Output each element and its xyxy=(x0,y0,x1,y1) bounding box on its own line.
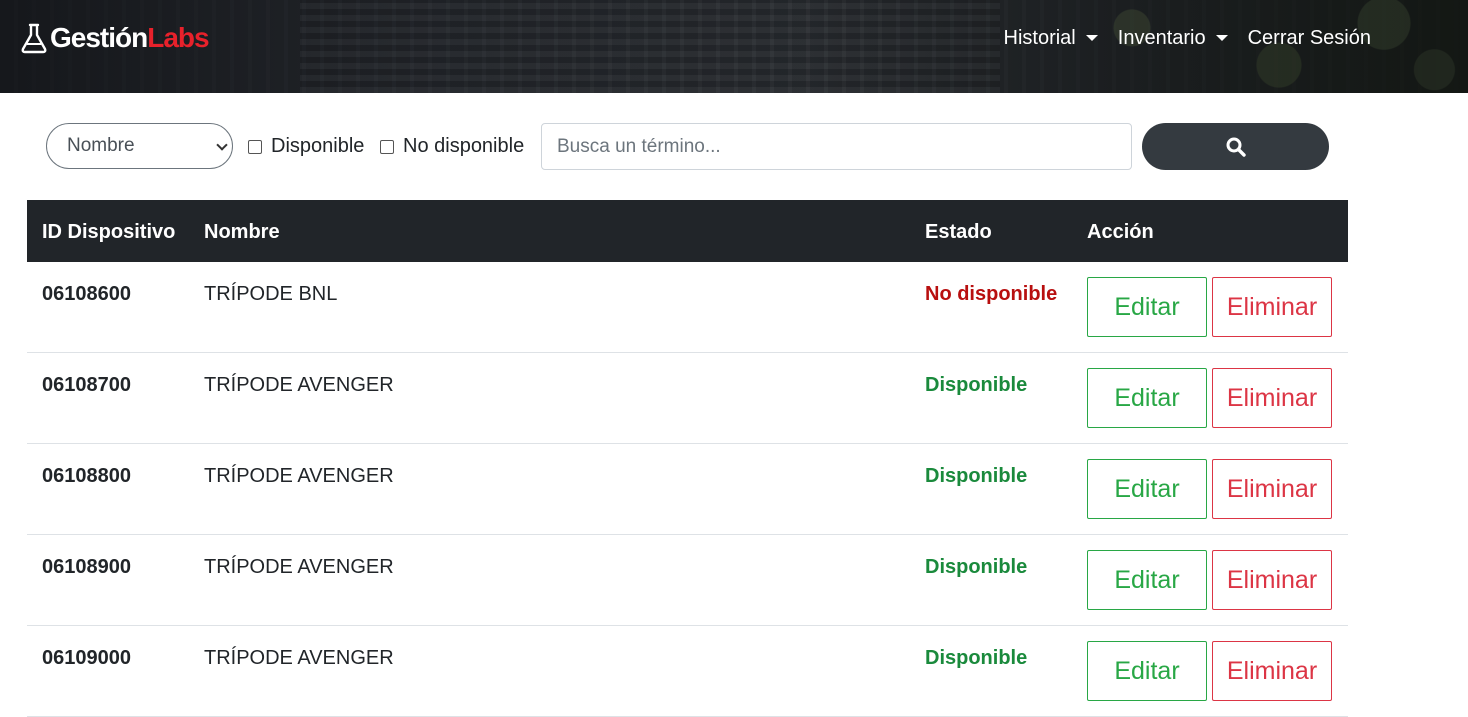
edit-button[interactable]: Editar xyxy=(1087,277,1207,337)
delete-button[interactable]: Eliminar xyxy=(1212,277,1332,337)
filter-field-select[interactable]: Nombre xyxy=(46,123,233,169)
flask-icon xyxy=(21,23,47,54)
search-button[interactable] xyxy=(1142,123,1329,170)
unavailable-checkbox-box[interactable] xyxy=(380,139,394,154)
delete-button[interactable]: Eliminar xyxy=(1212,550,1332,610)
device-name: TRÍPODE AVENGER xyxy=(204,556,394,578)
nav-inventario-label: Inventario xyxy=(1117,26,1206,49)
edit-button[interactable]: Editar xyxy=(1087,368,1207,428)
table-row: 06109000 TRÍPODE AVENGER Disponible Edit… xyxy=(27,626,1348,717)
nav-logout-label: Cerrar Sesión xyxy=(1247,26,1371,49)
status-badge: Disponible xyxy=(925,647,1028,669)
status-badge: Disponible xyxy=(925,556,1028,578)
status-badge: Disponible xyxy=(925,374,1028,396)
caret-down-icon xyxy=(1085,35,1098,41)
available-checkbox-box[interactable] xyxy=(248,139,262,154)
search-icon xyxy=(1226,137,1246,157)
device-name: TRÍPODE AVENGER xyxy=(204,374,394,396)
device-id: 06109000 xyxy=(42,647,131,669)
table-row: 06108800 TRÍPODE AVENGER Disponible Edit… xyxy=(27,444,1348,535)
nav-logout-link[interactable]: Cerrar Sesión xyxy=(1248,27,1371,50)
navbar-background-building xyxy=(300,0,1000,93)
nav-historial-dropdown[interactable]: Historial xyxy=(1004,27,1098,50)
devices-table: ID Dispositivo Nombre Estado Acción 0610… xyxy=(27,200,1348,717)
device-id: 06108800 xyxy=(42,465,131,487)
table-row: 06108600 TRÍPODE BNL No disponible Edita… xyxy=(27,262,1348,353)
device-name: TRÍPODE AVENGER xyxy=(204,647,394,669)
nav-historial-label: Historial xyxy=(1003,26,1076,49)
available-checkbox[interactable]: Disponible xyxy=(248,135,364,158)
delete-button[interactable]: Eliminar xyxy=(1212,368,1332,428)
header-id: ID Dispositivo xyxy=(42,221,176,243)
header-status: Estado xyxy=(925,221,992,243)
brand-name-part2: Labs xyxy=(147,22,209,53)
unavailable-checkbox[interactable]: No disponible xyxy=(380,135,524,158)
edit-button[interactable]: Editar xyxy=(1087,550,1207,610)
filter-field-select-value: Nombre xyxy=(67,135,135,156)
table-row: 06108900 TRÍPODE AVENGER Disponible Edit… xyxy=(27,535,1348,626)
header-action: Acción xyxy=(1087,221,1154,243)
status-badge: No disponible xyxy=(925,283,1058,305)
brand-name-part1: Gestión xyxy=(50,22,148,53)
table-header: ID Dispositivo Nombre Estado Acción xyxy=(27,200,1348,262)
device-name: TRÍPODE AVENGER xyxy=(204,465,394,487)
table-row: 06108700 TRÍPODE AVENGER Disponible Edit… xyxy=(27,353,1348,444)
search-input-placeholder: Busca un término... xyxy=(557,135,721,157)
caret-down-icon xyxy=(1215,35,1228,41)
device-id: 06108900 xyxy=(42,556,131,578)
status-badge: Disponible xyxy=(925,465,1028,487)
header-name: Nombre xyxy=(204,221,280,243)
edit-button[interactable]: Editar xyxy=(1087,459,1207,519)
delete-button[interactable]: Eliminar xyxy=(1212,641,1332,701)
edit-button[interactable]: Editar xyxy=(1087,641,1207,701)
brand-logo[interactable]: Gestión Labs xyxy=(20,20,210,56)
unavailable-checkbox-label: No disponible xyxy=(403,135,525,157)
device-id: 06108600 xyxy=(42,283,131,305)
filter-bar: Nombre Disponible No disponible Busca un… xyxy=(46,123,1336,170)
chevron-down-icon xyxy=(216,139,228,151)
delete-button[interactable]: Eliminar xyxy=(1212,459,1332,519)
nav-links: Historial Inventario Cerrar Sesión xyxy=(1004,24,1371,52)
search-input[interactable]: Busca un término... xyxy=(541,123,1132,170)
device-name: TRÍPODE BNL xyxy=(204,283,338,305)
available-checkbox-label: Disponible xyxy=(271,135,365,157)
navbar: Gestión Labs Historial Inventario Cerrar … xyxy=(0,0,1468,93)
nav-inventario-dropdown[interactable]: Inventario xyxy=(1118,27,1228,50)
device-id: 06108700 xyxy=(42,374,131,396)
